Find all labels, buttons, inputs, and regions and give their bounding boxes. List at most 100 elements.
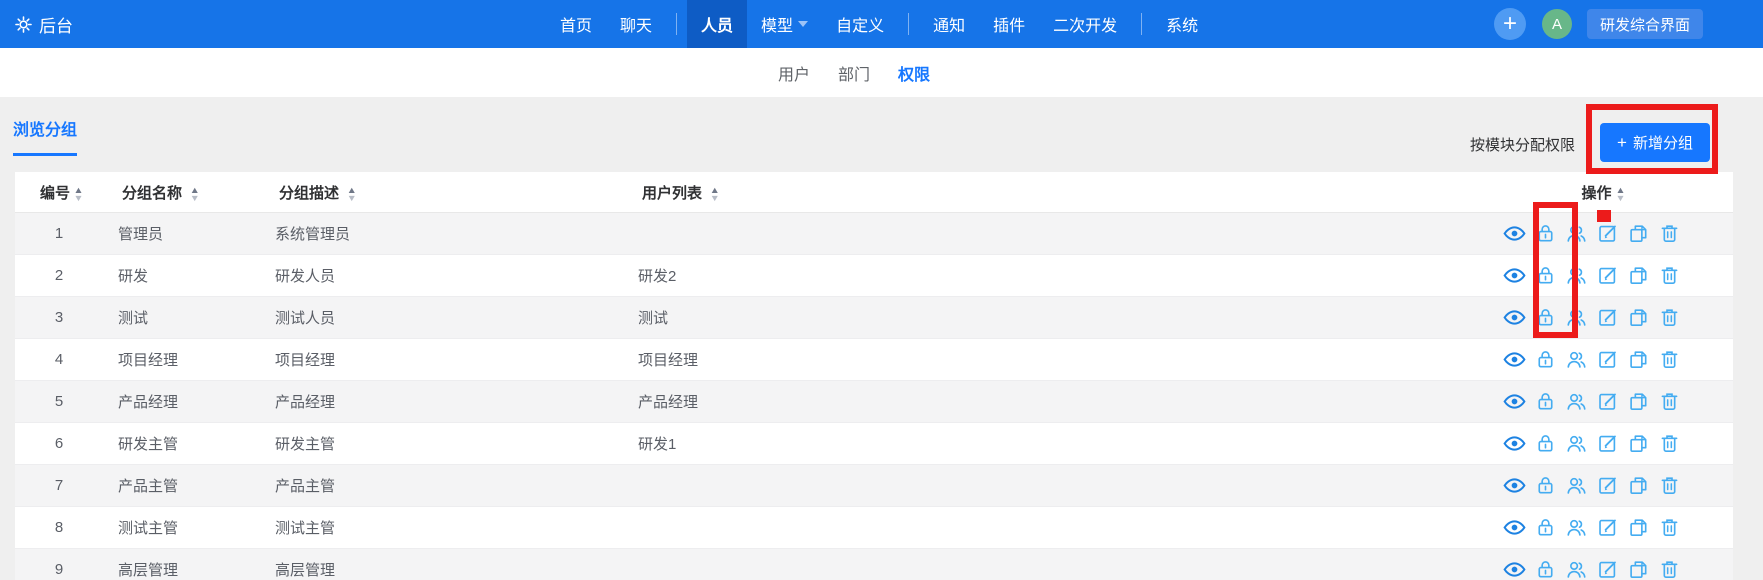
view-icon[interactable] [1503,264,1526,287]
cell-group-desc: 项目经理 [275,352,336,369]
delete-icon[interactable] [1658,390,1681,413]
cell-number: 7 [54,477,64,494]
view-icon[interactable] [1503,306,1526,329]
copy-icon[interactable] [1627,222,1650,245]
menu-item-7[interactable]: 通知 [919,0,979,48]
copy-icon[interactable] [1627,390,1650,413]
edit-icon[interactable] [1596,348,1619,371]
column-header-3[interactable]: 用户列表 ▲ ▼ [623,182,1503,203]
delete-icon[interactable] [1658,306,1681,329]
members-icon[interactable] [1565,432,1588,455]
column-header-2[interactable]: 分组描述 ▲ ▼ [263,182,623,203]
copy-icon[interactable] [1627,558,1650,580]
cell-number: 3 [54,309,64,326]
lock-icon[interactable] [1534,306,1557,329]
add-group-button[interactable]: + 新增分组 [1600,123,1710,162]
edit-icon[interactable] [1596,432,1619,455]
table-row: 9 高层管理 高层管理 [15,549,1733,580]
menu-item-1[interactable]: 聊天 [606,0,666,48]
menu-item-11[interactable]: 系统 [1152,0,1212,48]
add-global-button[interactable]: + [1494,8,1526,40]
cell-number: 2 [54,267,64,284]
lock-icon[interactable] [1534,348,1557,371]
copy-icon[interactable] [1627,348,1650,371]
copy-icon[interactable] [1627,516,1650,539]
lock-icon[interactable] [1534,264,1557,287]
members-icon[interactable] [1565,390,1588,413]
menu-item-9[interactable]: 二次开发 [1039,0,1131,48]
column-header-4[interactable]: 操作 ▲ ▼ [1503,182,1733,203]
cell-group-name: 测试 [118,310,149,327]
menu-item-5[interactable]: 自定义 [822,0,898,48]
members-icon[interactable] [1565,558,1588,580]
members-icon[interactable] [1565,516,1588,539]
menu-item-4[interactable]: 模型 [747,0,822,48]
sort-icon[interactable]: ▲ ▼ [706,185,720,202]
app-brand[interactable]: 后台 [14,0,73,48]
tab-0[interactable]: 用户 [778,61,810,85]
view-icon[interactable] [1503,390,1526,413]
cell-group-desc: 测试人员 [275,310,336,327]
tab-browse-groups[interactable]: 浏览分组 [13,116,78,156]
menu-item-8[interactable]: 插件 [979,0,1039,48]
edit-icon[interactable] [1596,390,1619,413]
edit-icon[interactable] [1596,516,1619,539]
delete-icon[interactable] [1658,474,1681,497]
sort-icon[interactable]: ▲ ▼ [1615,185,1625,202]
lock-icon[interactable] [1534,390,1557,413]
lock-icon[interactable] [1534,222,1557,245]
workspace-switch-button[interactable]: 研发综合界面 [1587,9,1704,39]
edit-icon[interactable] [1596,222,1619,245]
avatar[interactable]: A [1542,9,1572,39]
tab-1[interactable]: 部门 [838,61,870,85]
view-icon[interactable] [1503,558,1526,580]
members-icon[interactable] [1565,222,1588,245]
table-header-row: 编号 ▲ ▼ 分组名称 ▲ ▼ 分组描述 ▲ ▼ 用户列表 ▲ ▼ 操作 ▲ ▼ [15,172,1733,213]
view-icon[interactable] [1503,222,1526,245]
delete-icon[interactable] [1658,558,1681,580]
edit-icon[interactable] [1596,474,1619,497]
copy-icon[interactable] [1627,432,1650,455]
copy-icon[interactable] [1627,306,1650,329]
edit-icon[interactable] [1596,264,1619,287]
copy-icon[interactable] [1627,474,1650,497]
delete-icon[interactable] [1658,222,1681,245]
cell-number: 8 [54,519,64,536]
delete-icon[interactable] [1658,516,1681,539]
members-icon[interactable] [1565,474,1588,497]
assign-by-module-link[interactable]: 按模块分配权限 [1470,134,1575,155]
column-header-0[interactable]: 编号 ▲ ▼ [15,182,103,203]
tab-2[interactable]: 权限 [898,61,930,85]
members-icon[interactable] [1565,348,1588,371]
cell-number: 4 [54,351,64,368]
sort-icon[interactable]: ▲ ▼ [73,185,83,202]
members-icon[interactable] [1565,306,1588,329]
cell-number: 9 [54,561,64,578]
cell-number: 6 [54,435,64,452]
sort-icon[interactable]: ▲ ▼ [343,185,357,202]
lock-icon[interactable] [1534,432,1557,455]
edit-icon[interactable] [1596,306,1619,329]
members-icon[interactable] [1565,264,1588,287]
delete-icon[interactable] [1658,264,1681,287]
view-icon[interactable] [1503,432,1526,455]
lock-icon[interactable] [1534,474,1557,497]
delete-icon[interactable] [1658,432,1681,455]
lock-icon[interactable] [1534,558,1557,580]
view-icon[interactable] [1503,474,1526,497]
menu-divider [1141,13,1143,35]
delete-icon[interactable] [1658,348,1681,371]
copy-icon[interactable] [1627,264,1650,287]
menu-item-3[interactable]: 人员 [687,0,748,48]
table-body: 1 管理员 系统管理员 2 研发 研发人员 研发2 3 测试 测试人员 测试 4 项目经理 项目经理 项目经… [15,213,1733,580]
edit-icon[interactable] [1596,558,1619,580]
menu-item-0[interactable]: 首页 [546,0,606,48]
view-icon[interactable] [1503,516,1526,539]
cell-actions [1503,432,1733,455]
table-row: 7 产品主管 产品主管 [15,465,1733,507]
column-header-1[interactable]: 分组名称 ▲ ▼ [103,182,263,203]
lock-icon[interactable] [1534,516,1557,539]
view-icon[interactable] [1503,348,1526,371]
cell-group-name: 研发主管 [118,436,179,453]
sort-icon[interactable]: ▲ ▼ [186,185,200,202]
